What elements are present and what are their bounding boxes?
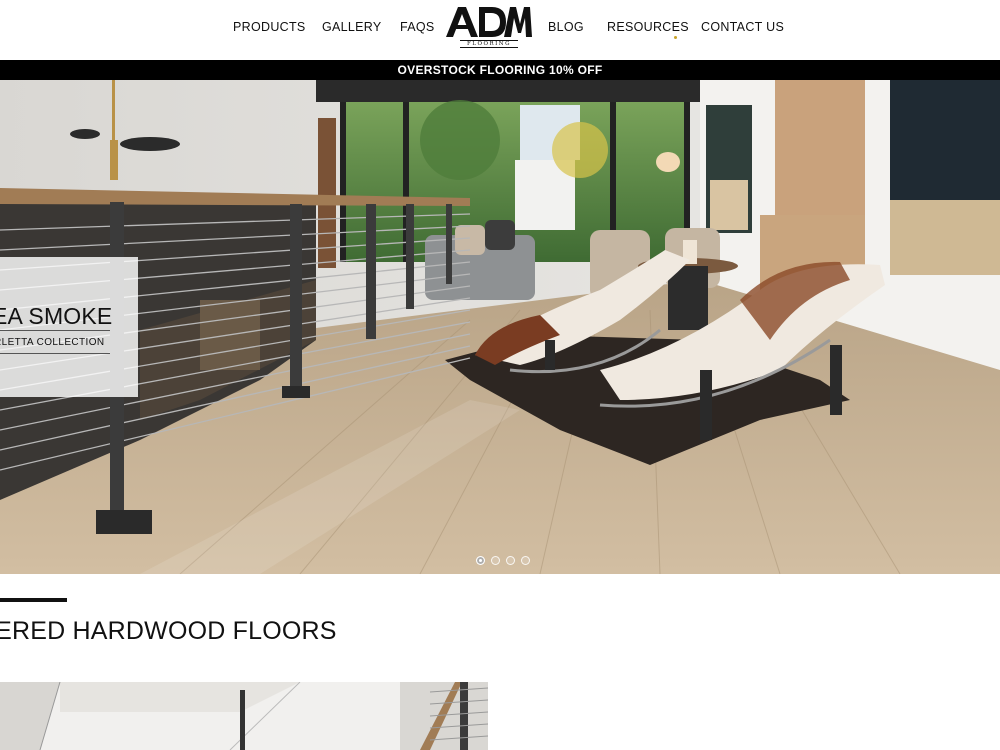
product-preview-image[interactable]: [0, 682, 488, 750]
nav-indicator-dot: [674, 36, 677, 39]
hero-carousel[interactable]: EA SMOKE RLETTA COLLECTION: [0, 80, 1000, 574]
slide-caption-title: EA SMOKE: [0, 303, 113, 329]
nav-gallery[interactable]: GALLERY: [322, 20, 382, 34]
section-accent-rule: [0, 598, 67, 602]
nav-blog[interactable]: BLOG: [548, 20, 584, 34]
logo-subtext: FLOORING: [460, 40, 518, 48]
caption-divider: [0, 330, 110, 331]
carousel-dot-icon[interactable]: [506, 556, 515, 565]
carousel-pagination: [476, 556, 530, 566]
preview-room-image: [0, 682, 488, 750]
promo-banner[interactable]: OVERSTOCK FLOORING 10% OFF: [0, 60, 1000, 80]
nav-faqs[interactable]: FAQS: [400, 20, 435, 34]
carousel-dot-icon[interactable]: [521, 556, 530, 565]
nav-products[interactable]: PRODUCTS: [233, 20, 306, 34]
section-title: NEERED HARDWOOD FLOORS: [0, 617, 337, 645]
nav-resources[interactable]: RESOURCES: [607, 20, 689, 34]
site-header: PRODUCTS GALLERY FAQS FLOORING BLOG RESO…: [0, 0, 1000, 60]
adm-logo[interactable]: FLOORING: [444, 4, 534, 48]
nav-contact-us[interactable]: CONTACT US: [701, 20, 784, 34]
slide-caption-panel[interactable]: EA SMOKE RLETTA COLLECTION: [0, 257, 138, 397]
hero-room-image: [0, 80, 1000, 574]
carousel-dot-icon[interactable]: [491, 556, 500, 565]
carousel-dot-icon[interactable]: [476, 556, 485, 565]
caption-divider-bottom: [0, 353, 110, 354]
slide-caption-subtitle: RLETTA COLLECTION: [0, 337, 105, 348]
adm-logo-icon: [446, 7, 532, 37]
